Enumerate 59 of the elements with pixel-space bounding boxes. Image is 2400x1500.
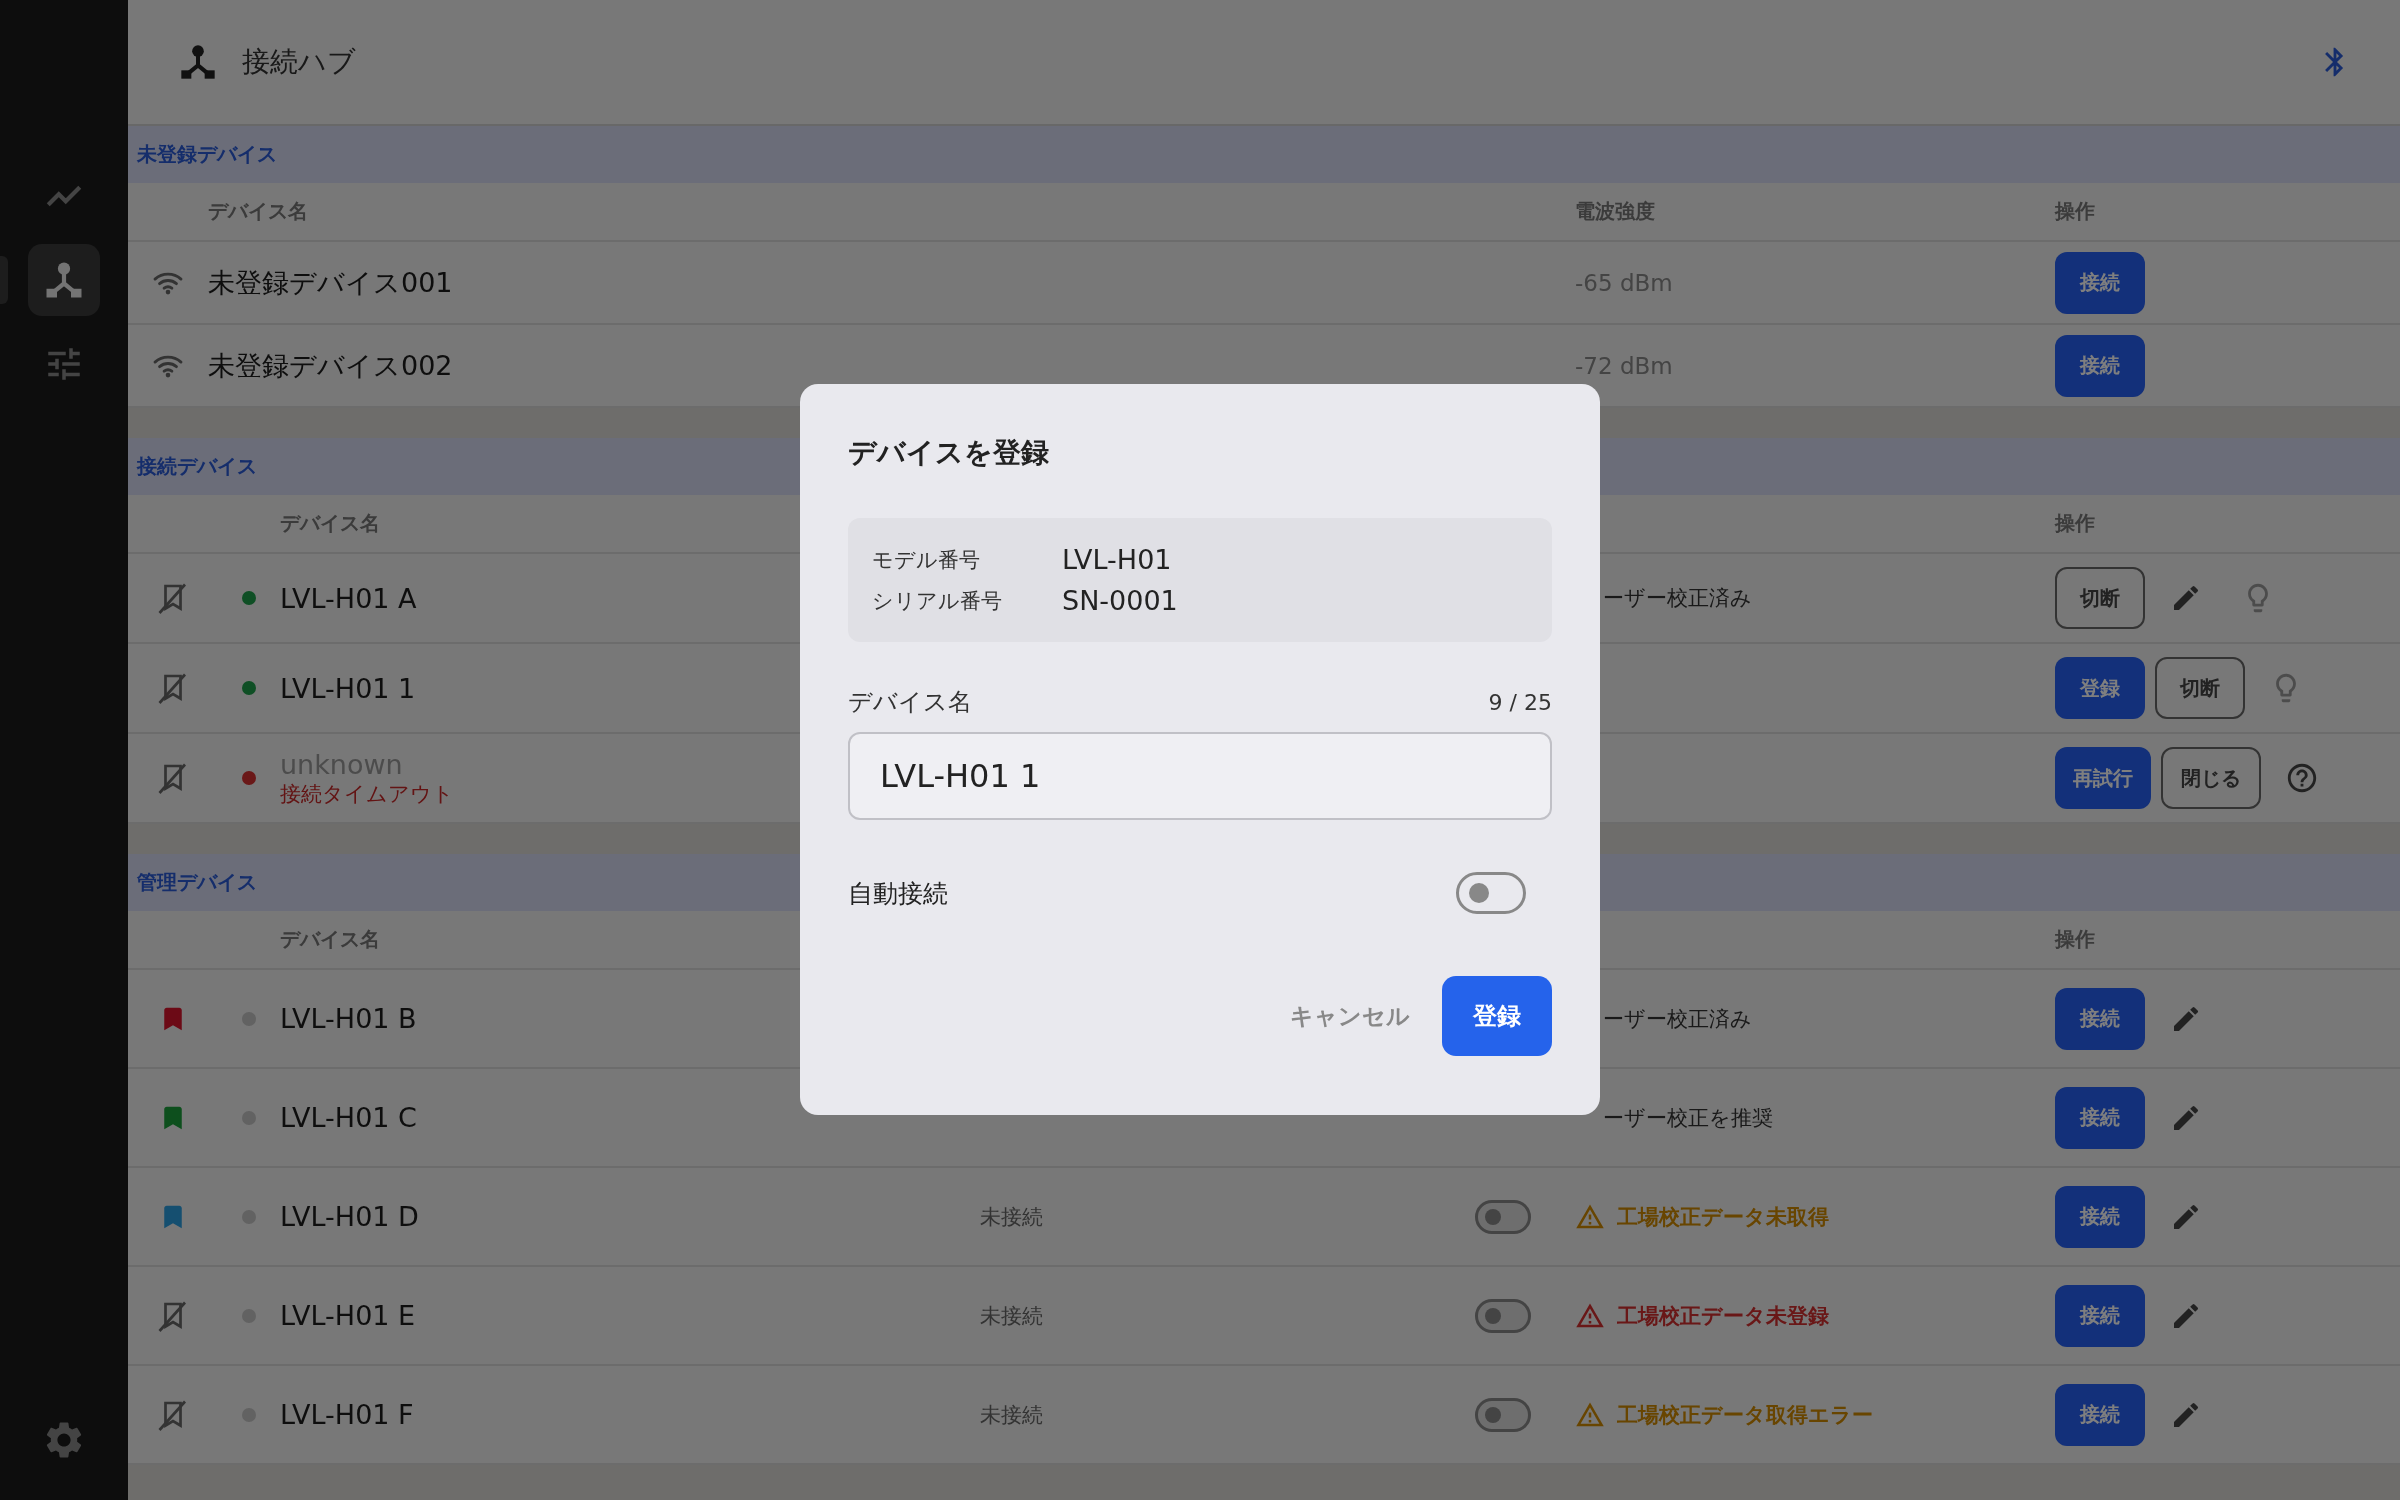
- action-button[interactable]: 登録: [2055, 657, 2145, 719]
- column-header: デバイス名: [280, 510, 380, 537]
- device-name: 未登録デバイス001: [208, 265, 454, 300]
- connection-status: 未接続: [980, 1401, 1043, 1429]
- action-button[interactable]: 接続: [2055, 251, 2145, 314]
- device-name: LVL-H01 A: [280, 582, 417, 614]
- toggle-label: 自動接続: [848, 877, 948, 910]
- action-button[interactable]: 接続: [2055, 1284, 2145, 1347]
- auto-connect-toggle[interactable]: [1475, 1199, 1531, 1234]
- field-label: デバイス名: [848, 687, 972, 718]
- calibration-warning: 工場校正データ未取得: [1617, 1203, 1829, 1231]
- device-name: LVL-H01 E: [280, 1300, 416, 1331]
- info-value: LVL-H01: [1062, 544, 1173, 575]
- calibration-note: ーザー校正を推奨: [1602, 1104, 1773, 1132]
- connection-status: 未接続: [980, 1203, 1043, 1231]
- calibration-note: ーザー校正済み: [1602, 585, 1752, 612]
- device-name-field[interactable]: LVL-H01 1: [848, 732, 1552, 820]
- calibration-note: ーザー校正済み: [1602, 1005, 1752, 1033]
- device-name: LVL-H01 F: [280, 1399, 414, 1430]
- info-value: SN-0001: [1062, 585, 1179, 616]
- cancel-button[interactable]: キャンセル: [1290, 990, 1410, 1042]
- action-button[interactable]: 接続: [2055, 1185, 2145, 1248]
- column-header: 操作: [2055, 926, 2095, 953]
- auto-connect-toggle[interactable]: [1475, 1298, 1531, 1333]
- error-message: 接続タイムアウト: [280, 780, 454, 808]
- calibration-warning: 工場校正データ未登録: [1617, 1302, 1829, 1330]
- help-icon[interactable]: [2285, 761, 2319, 795]
- device-name: LVL-H01 C: [280, 1102, 417, 1133]
- page-title: 接続ハブ: [242, 44, 357, 80]
- device-name: LVL-H01 B: [280, 1003, 417, 1034]
- column-header: デバイス名: [208, 198, 308, 225]
- register-button[interactable]: 登録: [1442, 976, 1552, 1056]
- character-counter: 9 / 25: [1488, 689, 1552, 715]
- auto-connect-toggle[interactable]: [1475, 1397, 1531, 1432]
- section-title: 接続デバイス: [137, 453, 257, 480]
- device-name: 未登録デバイス002: [208, 348, 454, 383]
- action-button[interactable]: 切断: [2155, 657, 2245, 719]
- action-button[interactable]: 接続: [2055, 987, 2145, 1050]
- action-button[interactable]: 閉じる: [2161, 747, 2261, 809]
- action-button[interactable]: 切断: [2055, 567, 2145, 629]
- calibration-warning: 工場校正データ取得エラー: [1617, 1401, 1873, 1429]
- column-header: 操作: [2055, 198, 2095, 225]
- action-button[interactable]: 接続: [2055, 1086, 2145, 1149]
- section-title: 未登録デバイス: [137, 141, 277, 168]
- device-name: LVL-H01 D: [280, 1201, 419, 1232]
- action-button[interactable]: 再試行: [2055, 747, 2151, 809]
- hub-icon: [178, 42, 218, 82]
- info-label: シリアル番号: [872, 587, 1003, 615]
- dialog-title: デバイスを登録: [848, 435, 1050, 471]
- action-button[interactable]: 接続: [2055, 1383, 2145, 1446]
- action-button[interactable]: 接続: [2055, 334, 2145, 397]
- column-header: 電波強度: [1575, 198, 1655, 225]
- device-name: LVL-H01 1: [280, 672, 416, 704]
- info-label: モデル番号: [872, 546, 981, 574]
- section-title: 管理デバイス: [137, 869, 257, 896]
- column-header: デバイス名: [280, 926, 380, 953]
- column-header: 操作: [2055, 510, 2095, 537]
- connection-status: 未接続: [980, 1302, 1043, 1330]
- auto-connect-toggle[interactable]: [1456, 872, 1526, 914]
